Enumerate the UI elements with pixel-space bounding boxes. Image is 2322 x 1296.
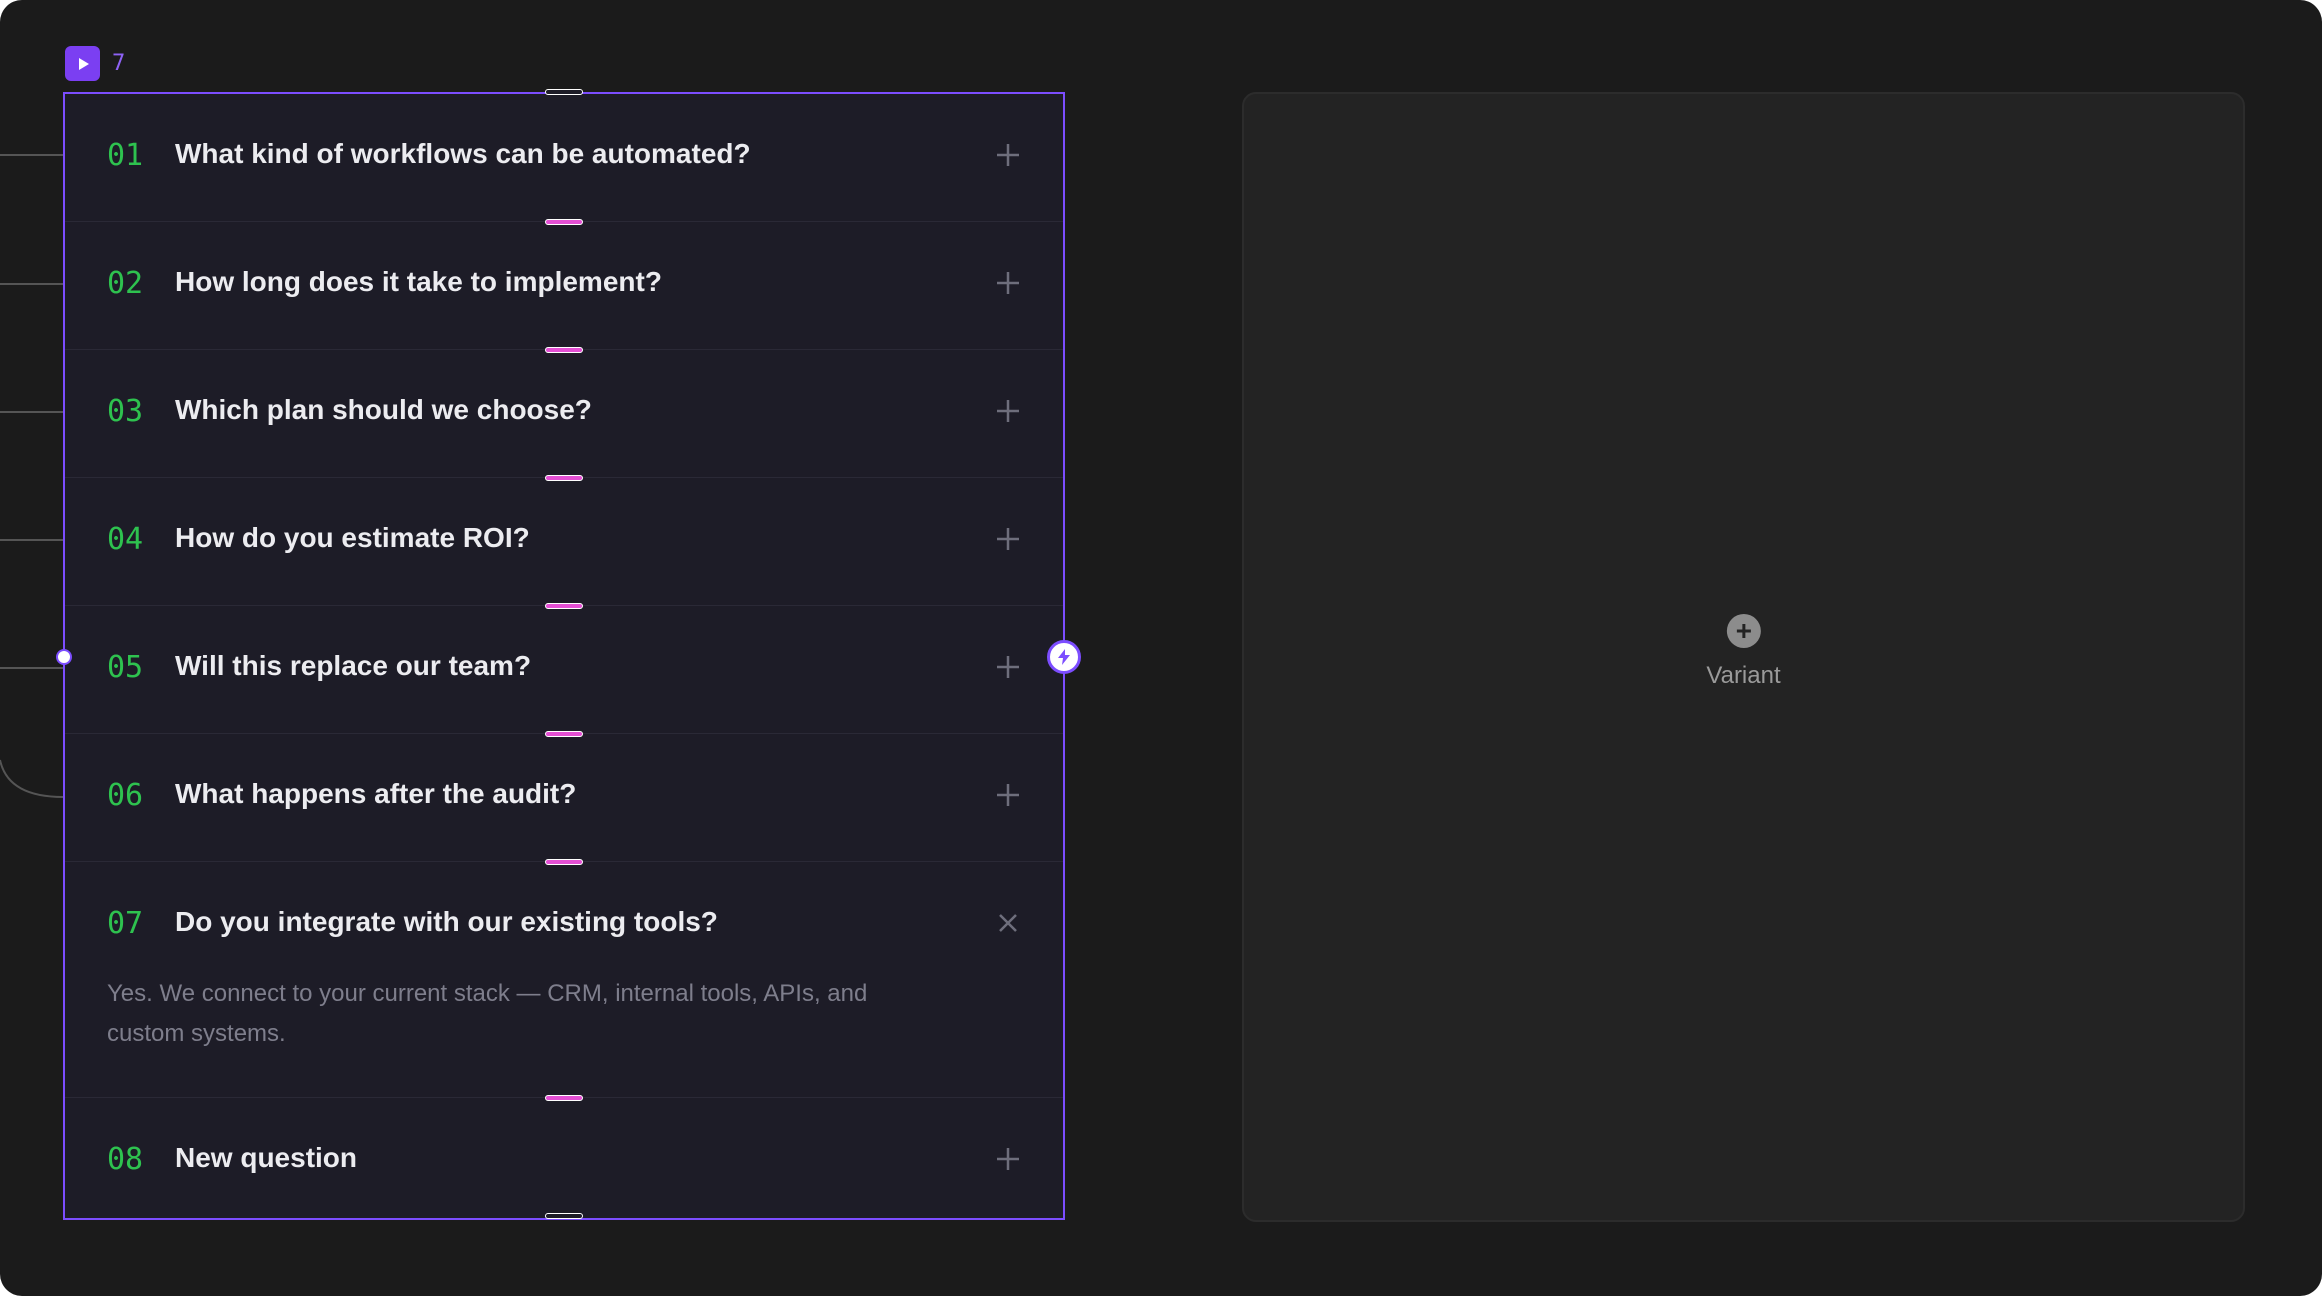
faq-question: Which plan should we choose? bbox=[175, 394, 592, 425]
bottom-resize-handle[interactable] bbox=[545, 1213, 583, 1219]
add-variant-button[interactable]: Variant bbox=[1706, 614, 1781, 690]
faq-number: 01 bbox=[107, 138, 144, 173]
faq-question: How long does it take to implement? bbox=[175, 266, 662, 297]
faq-item-04[interactable]: 04 How do you estimate ROI? bbox=[65, 478, 1063, 606]
faq-number: 02 bbox=[107, 266, 144, 301]
plus-icon[interactable] bbox=[993, 524, 1023, 554]
faq-number: 05 bbox=[107, 650, 144, 685]
plus-icon[interactable] bbox=[993, 396, 1023, 426]
gap-handle[interactable] bbox=[545, 603, 583, 609]
connection-point[interactable] bbox=[56, 649, 72, 665]
faq-answer: Yes. We connect to your current stack — … bbox=[107, 980, 868, 1047]
gap-handle[interactable] bbox=[545, 219, 583, 225]
faq-number: 04 bbox=[107, 522, 144, 557]
faq-number: 06 bbox=[107, 778, 144, 813]
faq-item-02[interactable]: 02 How long does it take to implement? bbox=[65, 222, 1063, 350]
top-resize-handle[interactable] bbox=[545, 89, 583, 95]
faq-item-05[interactable]: 05 Will this replace our team? bbox=[65, 606, 1063, 734]
plus-circle-icon[interactable] bbox=[1726, 614, 1761, 648]
faq-number: 08 bbox=[107, 1142, 144, 1177]
design-canvas: 7 01 What kind of workflows can be autom… bbox=[0, 0, 2322, 1296]
gap-handle[interactable] bbox=[545, 731, 583, 737]
faq-item-08[interactable]: 08 New question bbox=[65, 1098, 1063, 1218]
faq-item-03[interactable]: 03 Which plan should we choose? bbox=[65, 350, 1063, 478]
plus-icon[interactable] bbox=[993, 780, 1023, 810]
frame-count: 7 bbox=[112, 51, 126, 76]
frame-badge[interactable]: 7 bbox=[65, 46, 125, 81]
play-icon[interactable] bbox=[65, 46, 100, 81]
gap-handle[interactable] bbox=[545, 347, 583, 353]
close-icon[interactable] bbox=[993, 908, 1023, 938]
faq-number: 07 bbox=[107, 906, 144, 941]
plus-icon[interactable] bbox=[993, 268, 1023, 298]
prototype-connectors bbox=[0, 154, 64, 798]
gap-handle[interactable] bbox=[545, 1095, 583, 1101]
faq-item-07[interactable]: 07 Do you integrate with our existing to… bbox=[65, 862, 1063, 1098]
gap-handle[interactable] bbox=[545, 475, 583, 481]
variant-label: Variant bbox=[1706, 662, 1781, 689]
faq-question: Will this replace our team? bbox=[175, 650, 532, 681]
faq-frame[interactable]: 01 What kind of workflows can be automat… bbox=[63, 89, 1065, 1220]
faq-question: What kind of workflows can be automated? bbox=[175, 138, 751, 169]
faq-item-01[interactable]: 01 What kind of workflows can be automat… bbox=[65, 94, 1063, 222]
faq-number: 03 bbox=[107, 394, 144, 429]
gap-handle[interactable] bbox=[545, 859, 583, 865]
variant-panel: Variant bbox=[1242, 92, 2245, 1222]
plus-icon[interactable] bbox=[993, 652, 1023, 682]
plus-icon[interactable] bbox=[993, 1144, 1023, 1174]
lightning-bolt-icon[interactable] bbox=[1047, 640, 1081, 674]
faq-item-06[interactable]: 06 What happens after the audit? bbox=[65, 734, 1063, 862]
faq-question: What happens after the audit? bbox=[175, 778, 577, 809]
faq-question: How do you estimate ROI? bbox=[175, 522, 530, 553]
faq-question: New question bbox=[175, 1142, 358, 1173]
plus-icon[interactable] bbox=[993, 140, 1023, 170]
faq-question: Do you integrate with our existing tools… bbox=[175, 906, 718, 937]
